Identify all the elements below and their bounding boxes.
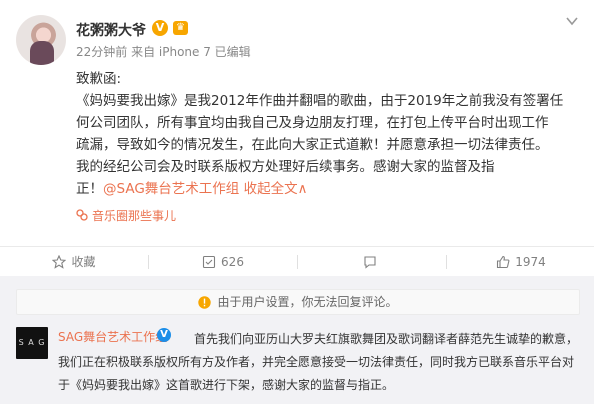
post-line: 我的经纪公司会及时联系版权方处理好后续事务。感谢大家的监督及指 <box>76 159 495 175</box>
repost-count: 626 <box>221 255 244 269</box>
warning-icon <box>198 296 212 309</box>
notice-text: 由于用户设置，你无法回复评论。 <box>217 295 398 309</box>
comments-section: 由于用户设置，你无法回复评论。 S A G 首先我们向亚历山大罗夫红旗歌舞团及歌… <box>0 285 594 404</box>
post-line: 何公司团队，所有事宜均由我自己及身边朋友打理，在打包上传平台时出现工作 <box>76 115 549 131</box>
collapse-arrow-icon: ∧ <box>297 181 308 197</box>
like-count: 1974 <box>515 255 546 269</box>
post-meta: 22分钟前 来自 iPhone 7 已编辑 <box>76 45 251 59</box>
collapse-link-label: 收起全文 <box>243 181 298 197</box>
favorite-button[interactable]: 收藏 <box>0 247 148 277</box>
circle-link-icon <box>76 209 88 221</box>
verified-badge-icon: V <box>152 20 168 36</box>
collapse-link[interactable]: 收起全文∧ <box>244 181 308 197</box>
post-greeting: 致歉函: <box>76 71 122 87</box>
comment-avatar[interactable]: S A G <box>16 327 48 359</box>
favorite-label: 收藏 <box>71 255 96 269</box>
post-line: 疏漏，导致如今的情况发生，在此向大家正式道歉！并愿意承担一切法律责任。 <box>76 137 549 153</box>
circle-tag-link[interactable]: 音乐圈那些事儿 <box>76 207 176 224</box>
repost-button[interactable]: 626 <box>149 247 297 277</box>
avatar[interactable] <box>16 15 66 65</box>
post-last-line: 正！@SAG舞台艺术工作组 收起全文∧ <box>76 178 581 200</box>
action-bar: 收藏 626 1974 <box>0 246 594 277</box>
comment-icon <box>363 256 376 269</box>
vip-crown-icon: ♛ <box>173 21 188 35</box>
post-body: 致歉函: 《妈妈要我出嫁》是我2012年作曲并翻唱的歌曲，由于2019年之前我没… <box>76 68 581 200</box>
section-gap <box>0 276 594 285</box>
weibo-post: 花粥粥大爷 V ♛ 22分钟前 来自 iPhone 7 已编辑 致歉函: 《妈妈… <box>0 0 594 246</box>
post-username[interactable]: 花粥粥大爷 <box>76 20 146 40</box>
post-line: 《妈妈要我出嫁》是我2012年作曲并翻唱的歌曲，由于2019年之前我没有签署任 <box>76 93 564 109</box>
verified-blue-icon: V <box>157 328 171 342</box>
comment-button[interactable] <box>298 247 446 277</box>
reply-disabled-notice: 由于用户设置，你无法回复评论。 <box>16 289 580 315</box>
mention-link[interactable]: @SAG舞台艺术工作组 <box>103 181 239 197</box>
thumbs-up-icon <box>497 255 510 269</box>
star-icon <box>52 254 67 269</box>
repost-icon <box>202 255 216 269</box>
chevron-down-icon[interactable] <box>563 12 581 30</box>
like-button[interactable]: 1974 <box>447 247 594 277</box>
post-line-prefix: 正！ <box>76 181 103 197</box>
circle-tag-label: 音乐圈那些事儿 <box>92 209 177 223</box>
comment-username[interactable]: SAG舞台艺术工作组 <box>58 328 167 345</box>
